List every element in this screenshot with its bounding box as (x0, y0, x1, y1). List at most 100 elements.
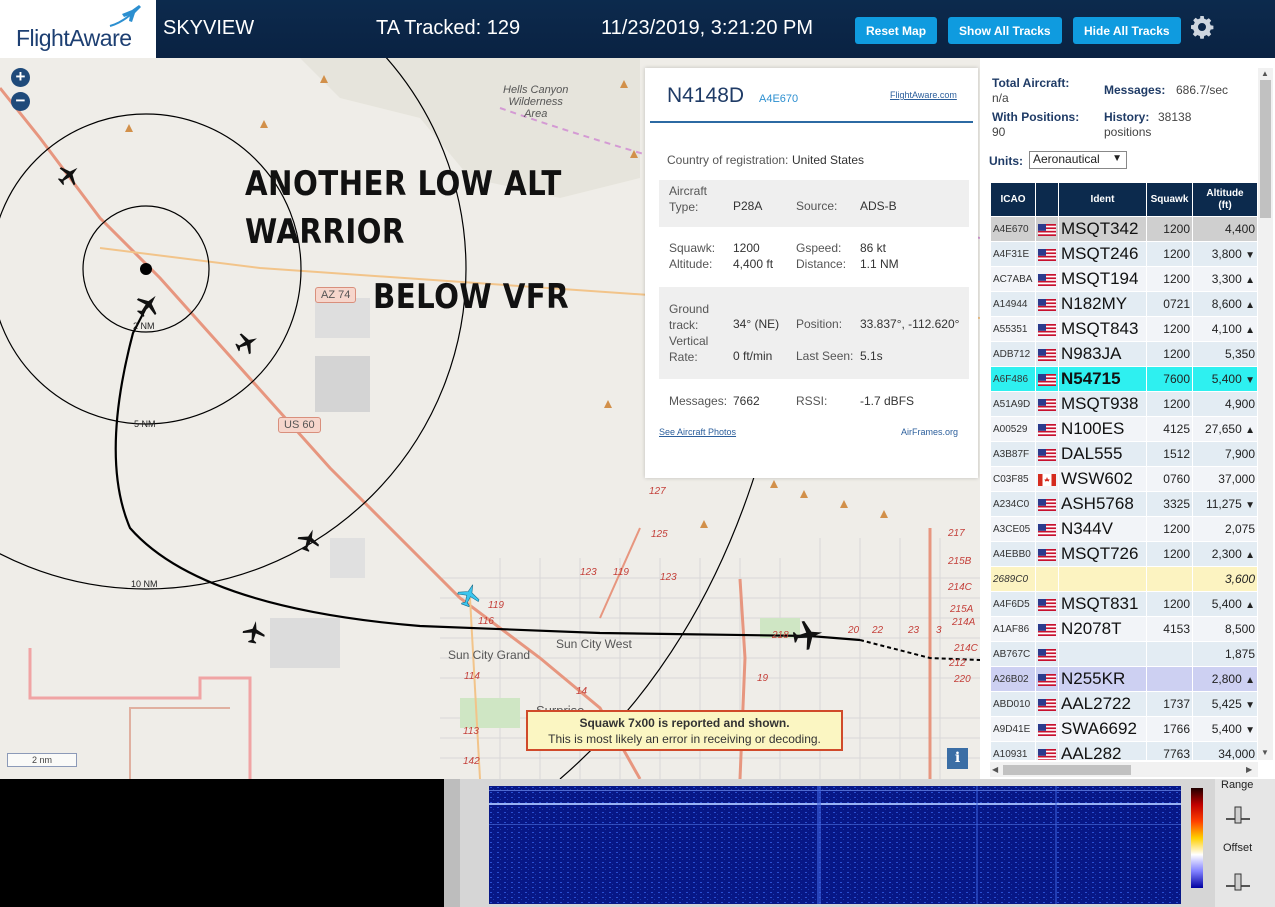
offset-slider[interactable] (1224, 872, 1252, 892)
road-number: 22 (872, 625, 884, 636)
column-header-flag[interactable] (1035, 182, 1059, 217)
altitude-value: 5,400 (1211, 372, 1242, 386)
scroll-left-icon[interactable]: ◀ (992, 765, 998, 774)
table-row[interactable]: A6F486 N54715 7600 5,400 ▼ (990, 366, 1257, 392)
horizontal-scroll-thumb[interactable] (1003, 765, 1131, 775)
flightaware-link[interactable]: FlightAware.com (890, 90, 957, 100)
table-row[interactable]: A55351 MSQT843 1200 4,100 ▲ (990, 316, 1257, 342)
aircraft-photos-link[interactable]: See Aircraft Photos (659, 427, 736, 437)
table-row[interactable]: A10931 AAL282 7763 34,000 (990, 741, 1257, 760)
altitude-cell: 4,100 ▲ (1192, 316, 1257, 342)
squawk-cell: 1200 (1146, 266, 1193, 292)
us-flag-icon (1038, 398, 1056, 411)
table-row[interactable]: AB767C 1,875 (990, 641, 1257, 667)
gear-icon[interactable] (1190, 15, 1214, 39)
reset-map-button[interactable]: Reset Map (855, 17, 938, 44)
squawk-cell: 1200 (1146, 541, 1193, 567)
altitude-trend-icon: ▼ (1245, 725, 1255, 736)
column-header-icao[interactable]: ICAO (990, 182, 1036, 217)
icao-cell: A4F6D5 (990, 591, 1036, 617)
table-row[interactable]: ABD010 AAL2722 1737 5,425 ▼ (990, 691, 1257, 717)
hide-all-tracks-button[interactable]: Hide All Tracks (1073, 17, 1181, 44)
plane-icon[interactable] (241, 619, 267, 645)
altitude-value: 3,300 (1211, 272, 1242, 286)
altitude-trend-icon: ▲ (1245, 600, 1255, 611)
units-select[interactable]: Aeronautical ▼ (1029, 151, 1127, 169)
scroll-right-icon[interactable]: ▶ (1246, 765, 1252, 774)
vrate-value: 0 ft/min (733, 349, 773, 363)
column-header-ident[interactable]: Ident (1058, 182, 1147, 217)
squawk-cell (1146, 666, 1193, 692)
track-label-line: track: (669, 318, 699, 332)
flag-cell (1035, 716, 1059, 742)
table-row[interactable]: A14944 N182MY 0721 8,600 ▲ (990, 291, 1257, 317)
us-flag-icon (1038, 348, 1056, 361)
altitude-value: 2,800 (1211, 672, 1242, 686)
scroll-down-icon[interactable]: ▼ (1261, 748, 1269, 757)
altitude-value: 5,425 (1211, 697, 1242, 711)
table-row[interactable]: A3CE05 N344V 1200 2,075 (990, 516, 1257, 542)
table-row[interactable]: A00529 N100ES 4125 27,650 ▲ (990, 416, 1257, 442)
waterfall-display (489, 786, 1181, 904)
squawk-cell: 1737 (1146, 691, 1193, 717)
total-aircraft-label: Total Aircraft: (992, 76, 1070, 90)
flag-cell (1035, 441, 1059, 467)
with-positions-label: With Positions: (992, 110, 1080, 124)
ring-label: 2 NM (133, 321, 155, 331)
table-row[interactable]: A9D41E SWA6692 1766 5,400 ▼ (990, 716, 1257, 742)
road-number: 123 (660, 572, 677, 583)
history-unit: positions (1104, 125, 1152, 139)
selected-callsign: N4148D (667, 84, 745, 107)
ident-cell: MSQT843 (1058, 316, 1147, 342)
distance-value: 1.1 NM (860, 257, 899, 271)
table-row[interactable]: C03F85 WSW602 0760 37,000 (990, 466, 1257, 492)
table-row[interactable]: A1AF86 N2078T 4153 8,500 (990, 616, 1257, 642)
table-row[interactable]: A26B02 N255KR 2,800 ▲ (990, 666, 1257, 692)
squawk-cell (1146, 641, 1193, 667)
road-number: 142 (463, 756, 480, 767)
road-number: 123 (580, 567, 597, 578)
table-row[interactable]: A234C0 ASH5768 3325 11,275 ▼ (990, 491, 1257, 517)
selected-plane-icon[interactable] (134, 291, 162, 319)
icao-cell: A3B87F (990, 441, 1036, 467)
plane-icon[interactable] (56, 162, 82, 188)
table-row[interactable]: 2689C0 3,600 (990, 566, 1257, 592)
vertical-scroll-thumb[interactable] (1260, 80, 1271, 218)
info-icon[interactable]: i (947, 748, 968, 769)
table-row[interactable]: A4F31E MSQT246 1200 3,800 ▼ (990, 241, 1257, 267)
table-body: A4E670 MSQT342 1200 4,400 A4F31E MSQT246 1200… (990, 216, 1257, 760)
zoom-in-button[interactable]: + (11, 68, 30, 87)
us-flag-icon (1038, 273, 1056, 286)
us-flag-icon (1038, 373, 1056, 386)
range-slider[interactable] (1224, 805, 1252, 825)
table-row[interactable]: ADB712 N983JA 1200 5,350 (990, 341, 1257, 367)
squawk-cell: 1200 (1146, 241, 1193, 267)
road-number: 119 (613, 567, 629, 578)
table-row[interactable]: A4EBB0 MSQT726 1200 2,300 ▲ (990, 541, 1257, 567)
table-row[interactable]: A3B87F DAL555 1512 7,900 (990, 441, 1257, 467)
table-row[interactable]: AC7ABA MSQT194 1200 3,300 ▲ (990, 266, 1257, 292)
ident-cell: SWA6692 (1058, 716, 1147, 742)
table-row[interactable]: A51A9D MSQT938 1200 4,900 (990, 391, 1257, 417)
ident-cell: N100ES (1058, 416, 1147, 442)
plane-icon[interactable] (296, 527, 322, 553)
column-header-squawk[interactable]: Squawk (1146, 182, 1193, 217)
lastseen-label: Last Seen: (796, 349, 854, 363)
flag-cell (1035, 666, 1059, 692)
logo[interactable]: FlightAware (0, 0, 156, 58)
altitude-value: 7,900 (1224, 447, 1255, 461)
table-row[interactable]: A4F6D5 MSQT831 1200 5,400 ▲ (990, 591, 1257, 617)
zoom-out-button[interactable]: − (11, 92, 30, 111)
us-flag-icon (1038, 498, 1056, 511)
airframes-link[interactable]: AirFrames.org (901, 427, 958, 437)
plane-icon[interactable] (234, 330, 260, 356)
scroll-up-icon[interactable]: ▲ (1261, 69, 1269, 78)
column-header-altitude-line: Altitude (1206, 187, 1244, 199)
plane-icon[interactable] (791, 618, 825, 652)
table-row[interactable]: A4E670 MSQT342 1200 4,400 (990, 216, 1257, 242)
column-header-altitude[interactable]: Altitude (ft) (1192, 182, 1257, 217)
squawk-cell: 1766 (1146, 716, 1193, 742)
road-number: 116 (478, 616, 494, 627)
show-all-tracks-button[interactable]: Show All Tracks (948, 17, 1062, 44)
plane-icon[interactable] (456, 582, 482, 608)
